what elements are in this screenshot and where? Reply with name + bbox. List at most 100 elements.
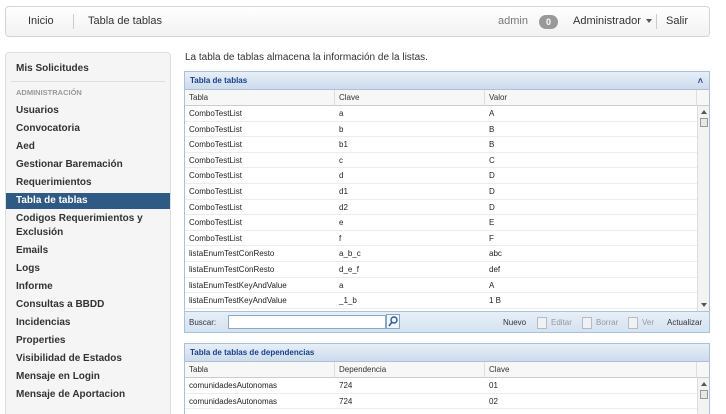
sidebar-item[interactable]: Informe bbox=[6, 279, 170, 295]
sidebar-item[interactable]: Mensaje de Aportacion bbox=[6, 387, 170, 403]
table-row[interactable]: listaEnumTestConResto d_e_f def bbox=[185, 262, 709, 278]
sidebar-item[interactable]: Gestionar Baremación bbox=[6, 157, 170, 173]
tabla-de-tablas-panel: Tabla de tablas ˄ Tabla Clave Valor Comb… bbox=[184, 71, 710, 333]
column-header-dependencia[interactable]: Dependencia bbox=[335, 362, 485, 378]
sidebar-item-mis-solicitudes[interactable]: Mis Solicitudes bbox=[6, 62, 170, 76]
table-cell: 01 bbox=[489, 381, 498, 390]
grid-column-header: Tabla Clave Valor bbox=[185, 90, 709, 106]
search-label: Buscar: bbox=[189, 318, 217, 327]
intro-text: La tabla de tablas almacena la informaci… bbox=[185, 52, 428, 63]
table-cell: ComboTestList bbox=[189, 233, 242, 243]
sidebar-item[interactable]: Visibilidad de Estados bbox=[6, 351, 170, 367]
table-cell: 1 B bbox=[489, 296, 502, 306]
vertical-scrollbar[interactable] bbox=[697, 106, 709, 311]
column-header-tabla[interactable]: Tabla bbox=[185, 362, 335, 378]
table-cell: a bbox=[339, 280, 344, 290]
sidebar-section-header: ADMINISTRACIÓN bbox=[16, 88, 82, 97]
table-row[interactable]: ComboTestList a A bbox=[185, 106, 709, 122]
column-header-valor[interactable]: Valor bbox=[485, 90, 697, 106]
grid-rows: comunidadesAutonomas 724 01 comunidadesAuto… bbox=[185, 378, 709, 410]
sidebar-item[interactable]: Properties bbox=[6, 333, 170, 349]
table-cell: ComboTestList bbox=[189, 124, 242, 134]
table-cell: B bbox=[489, 140, 495, 150]
table-cell: 724 bbox=[339, 381, 353, 390]
sidebar-item[interactable]: Mensaje en Login bbox=[6, 369, 170, 385]
scrollbar-thumb[interactable] bbox=[700, 390, 708, 399]
notification-badge[interactable]: 0 bbox=[539, 15, 558, 29]
vertical-scrollbar[interactable] bbox=[697, 378, 709, 414]
search-input[interactable] bbox=[228, 315, 386, 329]
page-title: Tabla de tablas bbox=[88, 15, 162, 27]
table-cell: B bbox=[489, 124, 495, 134]
table-cell: F bbox=[489, 233, 494, 243]
logout-link[interactable]: Salir bbox=[666, 7, 688, 36]
scroll-up-icon[interactable] bbox=[701, 382, 707, 386]
grid-column-header: Tabla Dependencia Clave bbox=[185, 362, 709, 378]
grid-body: comunidadesAutonomas 724 01 comunidadesAuto… bbox=[185, 378, 709, 414]
sidebar-item[interactable]: Incidencias bbox=[6, 315, 170, 331]
table-cell: a bbox=[339, 109, 344, 118]
table-cell: d1 bbox=[339, 186, 348, 196]
table-row[interactable]: ComboTestList c C bbox=[185, 153, 709, 169]
table-cell: C bbox=[489, 155, 495, 165]
table-cell: 724 bbox=[339, 396, 353, 406]
table-row[interactable]: comunidadesAutonomas 724 02 bbox=[185, 394, 709, 410]
table-row[interactable]: comunidadesAutonomas 724 01 bbox=[185, 378, 709, 394]
table-row[interactable]: listaEnumTestKeyAndValue _1_b 1 B bbox=[185, 293, 709, 309]
table-cell: D bbox=[489, 202, 495, 212]
table-cell: c bbox=[339, 155, 343, 165]
table-row[interactable]: listaEnumTestKeyAndValue a A bbox=[185, 278, 709, 294]
table-cell: d2 bbox=[339, 202, 348, 212]
scroll-up-icon[interactable] bbox=[701, 110, 707, 114]
table-cell: ComboTestList bbox=[189, 155, 242, 165]
view-icon bbox=[628, 317, 638, 329]
sidebar-item[interactable]: Aed bbox=[6, 139, 170, 155]
table-row[interactable]: ComboTestList b B bbox=[185, 122, 709, 138]
nav-divider bbox=[656, 14, 657, 29]
ver-button[interactable]: Ver bbox=[642, 312, 654, 333]
table-row[interactable]: ComboTestList d D bbox=[185, 168, 709, 184]
sidebar-item[interactable]: Requerimientos bbox=[6, 175, 170, 191]
sidebar-item[interactable]: Emails bbox=[6, 243, 170, 259]
table-cell: D bbox=[489, 186, 495, 196]
table-cell: ComboTestList bbox=[189, 218, 242, 228]
table-cell: listaEnumTestKeyAndValue bbox=[189, 280, 287, 290]
column-header-clave[interactable]: Clave bbox=[335, 90, 485, 106]
grid-toolbar: Buscar: Nuevo Editar Borrar Ver Actualiz… bbox=[185, 311, 709, 332]
actualizar-button[interactable]: Actualizar bbox=[667, 312, 702, 333]
nuevo-button[interactable]: Nuevo bbox=[503, 312, 526, 333]
table-row[interactable]: ComboTestList d1 D bbox=[185, 184, 709, 200]
table-row[interactable]: listaEnumTestConResto a_b_c abc bbox=[185, 246, 709, 262]
table-row[interactable]: ComboTestList f F bbox=[185, 231, 709, 247]
role-dropdown[interactable]: Administrador bbox=[573, 7, 652, 36]
sidebar-item[interactable]: Tabla de tablas bbox=[6, 193, 170, 209]
grid-body: ComboTestList a A ComboTestList b B ComboTestL… bbox=[185, 106, 709, 311]
table-cell: b1 bbox=[339, 140, 348, 150]
table-row[interactable]: ComboTestList e E bbox=[185, 215, 709, 231]
table-cell: D bbox=[489, 171, 495, 181]
table-cell: e bbox=[339, 218, 344, 228]
table-row[interactable]: ComboTestList b1 B bbox=[185, 137, 709, 153]
table-row[interactable]: ComboTestList d2 D bbox=[185, 200, 709, 216]
sidebar-item[interactable]: Usuarios bbox=[6, 103, 170, 119]
borrar-button[interactable]: Borrar bbox=[596, 312, 618, 333]
search-button[interactable] bbox=[386, 314, 400, 329]
table-cell: abc bbox=[489, 249, 502, 259]
table-cell: ComboTestList bbox=[189, 109, 242, 118]
editar-button[interactable]: Editar bbox=[551, 312, 572, 333]
table-cell: ComboTestList bbox=[189, 186, 242, 196]
sidebar-item[interactable]: Codigos Requerimientos y Exclusión bbox=[6, 211, 170, 241]
magnifier-icon bbox=[388, 316, 398, 327]
sidebar-item[interactable]: Convocatoria bbox=[6, 121, 170, 137]
top-navbar: Inicio Tabla de tablas admin 0 Administr… bbox=[5, 6, 710, 37]
sidebar-item[interactable]: Logs bbox=[6, 261, 170, 277]
table-cell: ComboTestList bbox=[189, 202, 242, 212]
scrollbar-thumb[interactable] bbox=[700, 118, 708, 127]
nav-inicio-link[interactable]: Inicio bbox=[28, 7, 54, 36]
collapse-toggle-icon[interactable]: ˄ bbox=[698, 72, 703, 90]
sidebar-item[interactable]: Consultas a BBDD bbox=[6, 297, 170, 313]
column-header-clave[interactable]: Clave bbox=[485, 362, 697, 378]
scroll-down-icon[interactable] bbox=[701, 303, 707, 307]
column-header-tabla[interactable]: Tabla bbox=[185, 90, 335, 106]
table-cell: listaEnumTestConResto bbox=[189, 264, 275, 274]
